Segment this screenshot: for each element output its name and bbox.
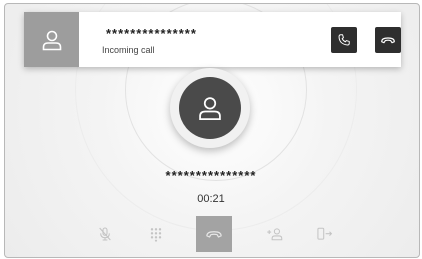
- mute-button[interactable]: [87, 216, 123, 252]
- banner-caller-name: ***************: [106, 26, 197, 41]
- banner-contact-avatar: [24, 12, 79, 67]
- caller-name: ***************: [165, 168, 257, 183]
- mute-microphone-icon: [99, 227, 111, 241]
- contact-avatar: [179, 77, 241, 139]
- end-call-icon: [206, 231, 222, 238]
- add-participant-icon: [267, 228, 283, 241]
- contact-avatar-ring: [170, 68, 250, 148]
- call-duration: 00:21: [197, 193, 225, 205]
- keypad-icon: [150, 228, 162, 242]
- phone-call-screen: *************** Incoming call **********…: [0, 0, 422, 259]
- end-call-button[interactable]: [196, 216, 232, 252]
- add-participant-button[interactable]: [257, 216, 293, 252]
- keypad-button[interactable]: [138, 216, 174, 252]
- incoming-call-banner: *************** Incoming call: [24, 12, 401, 67]
- person-icon: [199, 97, 221, 120]
- person-icon: [42, 30, 61, 50]
- decline-call-button[interactable]: [375, 27, 401, 53]
- banner-call-status: Incoming call: [102, 45, 155, 55]
- phone-answer-icon: [338, 34, 350, 46]
- answer-call-button[interactable]: [331, 27, 357, 53]
- transfer-audio-icon: [317, 227, 333, 240]
- phone-decline-icon: [381, 37, 395, 44]
- transfer-audio-button[interactable]: [307, 216, 343, 252]
